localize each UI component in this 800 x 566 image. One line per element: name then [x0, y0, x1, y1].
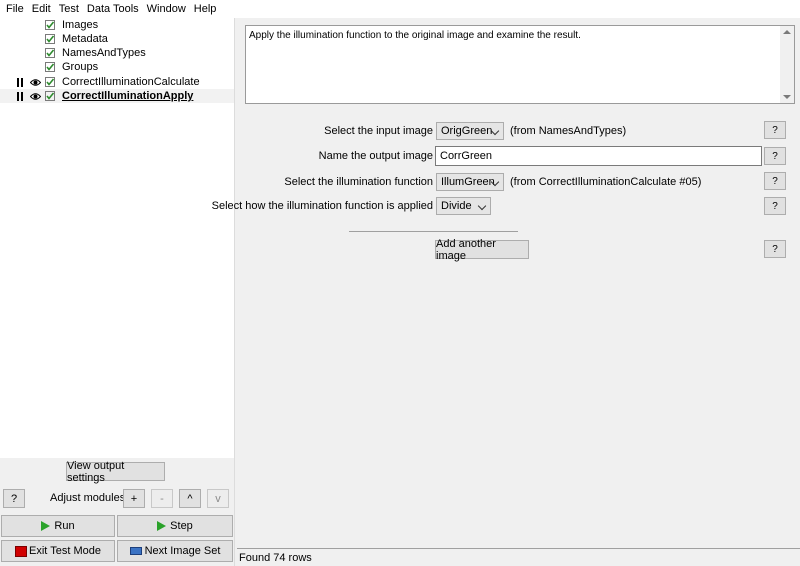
enabled-check-icon[interactable] — [45, 77, 55, 87]
exit-test-label: Exit Test Mode — [29, 545, 101, 557]
input-image-select[interactable]: OrigGreen — [436, 122, 504, 140]
status-bar: Found 74 rows — [237, 548, 800, 566]
pause-icon[interactable] — [17, 91, 23, 101]
exit-test-mode-button[interactable]: Exit Test Mode — [1, 540, 115, 562]
pipeline-controls: View output settings ? Adjust modules: +… — [0, 458, 234, 566]
run-button[interactable]: Run — [1, 515, 115, 537]
module-row-metadata[interactable]: Metadata — [0, 32, 234, 46]
pause-icon[interactable] — [17, 77, 23, 87]
enabled-check-icon[interactable] — [45, 62, 55, 72]
enabled-check-icon[interactable] — [45, 91, 55, 101]
play-icon — [41, 521, 51, 531]
add-module-button[interactable]: + — [123, 489, 145, 508]
run-label: Run — [54, 520, 75, 532]
notes-scrollbar[interactable] — [780, 26, 794, 103]
input-image-label: Select the input image — [324, 125, 433, 137]
play-icon — [157, 521, 167, 531]
menu-window[interactable]: Window — [143, 0, 190, 18]
step-label: Step — [170, 520, 193, 532]
module-label: Groups — [62, 61, 99, 73]
illumination-function-select[interactable]: IllumGreen — [436, 173, 504, 191]
enabled-check-icon[interactable] — [45, 34, 55, 44]
next-image-label: Next Image Set — [144, 545, 221, 557]
module-row-correctilluminationcalculate[interactable]: CorrectIlluminationCalculate — [0, 75, 234, 89]
add-another-image-button[interactable]: Add another image — [435, 238, 529, 262]
help-button[interactable]: ? — [764, 121, 786, 139]
help-button[interactable]: ? — [764, 240, 786, 258]
next-image-set-button[interactable]: Next Image Set — [117, 540, 233, 562]
help-button[interactable]: ? — [764, 197, 786, 215]
view-output-settings-button[interactable]: View output settings — [66, 460, 165, 484]
module-label: NamesAndTypes — [62, 47, 146, 59]
enabled-check-icon[interactable] — [45, 48, 55, 58]
move-down-button[interactable]: v — [207, 489, 229, 508]
apply-method-value: Divide — [441, 200, 472, 212]
scroll-down-icon[interactable] — [783, 95, 791, 99]
apply-method-select[interactable]: Divide — [436, 197, 491, 215]
menu-file[interactable]: File — [2, 0, 28, 18]
menu-help[interactable]: Help — [190, 0, 221, 18]
chevron-down-icon — [477, 201, 487, 211]
module-label: Images — [62, 19, 99, 31]
illumination-function-label: Select the illumination function — [284, 176, 433, 188]
module-notes[interactable]: Apply the illumination function to the o… — [245, 25, 795, 104]
output-image-value: CorrGreen — [440, 150, 492, 162]
eye-icon[interactable] — [30, 92, 41, 101]
step-button[interactable]: Step — [117, 515, 233, 537]
help-button[interactable]: ? — [764, 147, 786, 165]
module-label: CorrectIlluminationCalculate — [62, 76, 200, 88]
enabled-check-icon[interactable] — [45, 20, 55, 30]
help-button[interactable]: ? — [3, 489, 25, 508]
help-button[interactable]: ? — [764, 172, 786, 190]
remove-module-button[interactable]: - — [151, 489, 173, 508]
menu-data-tools[interactable]: Data Tools — [83, 0, 143, 18]
stop-icon — [15, 545, 28, 557]
module-row-correctilluminationapply[interactable]: CorrectIlluminationApply — [0, 89, 234, 103]
eye-icon[interactable] — [30, 78, 41, 87]
module-label: CorrectIlluminationApply — [62, 90, 194, 102]
image-set-icon — [129, 547, 142, 555]
menu-test[interactable]: Test — [55, 0, 83, 18]
input-image-value: OrigGreen — [441, 125, 493, 137]
settings-divider — [349, 231, 518, 232]
module-label: Metadata — [62, 33, 108, 45]
illumination-function-source: (from CorrectIlluminationCalculate #05) — [510, 176, 702, 188]
menu-bar: File Edit Test Data Tools Window Help — [0, 0, 800, 18]
output-image-field[interactable]: CorrGreen — [435, 146, 762, 166]
notes-text: Apply the illumination function to the o… — [249, 30, 581, 41]
module-row-images[interactable]: Images — [0, 18, 234, 32]
module-row-groups[interactable]: Groups — [0, 60, 234, 74]
adjust-modules-label: Adjust modules: — [50, 492, 129, 504]
apply-method-label: Select how the illumination function is … — [211, 200, 433, 212]
move-up-button[interactable]: ^ — [179, 489, 201, 508]
status-text: Found 74 rows — [239, 551, 312, 564]
module-list: Images Metadata NamesAndTypes Groups Cor… — [0, 18, 234, 458]
menu-edit[interactable]: Edit — [28, 0, 55, 18]
output-image-label: Name the output image — [318, 150, 433, 162]
panel-divider[interactable] — [234, 18, 235, 566]
illumination-function-value: IllumGreen — [441, 176, 495, 188]
input-image-source: (from NamesAndTypes) — [510, 125, 627, 137]
module-row-namesandtypes[interactable]: NamesAndTypes — [0, 46, 234, 60]
scroll-up-icon[interactable] — [783, 30, 791, 34]
